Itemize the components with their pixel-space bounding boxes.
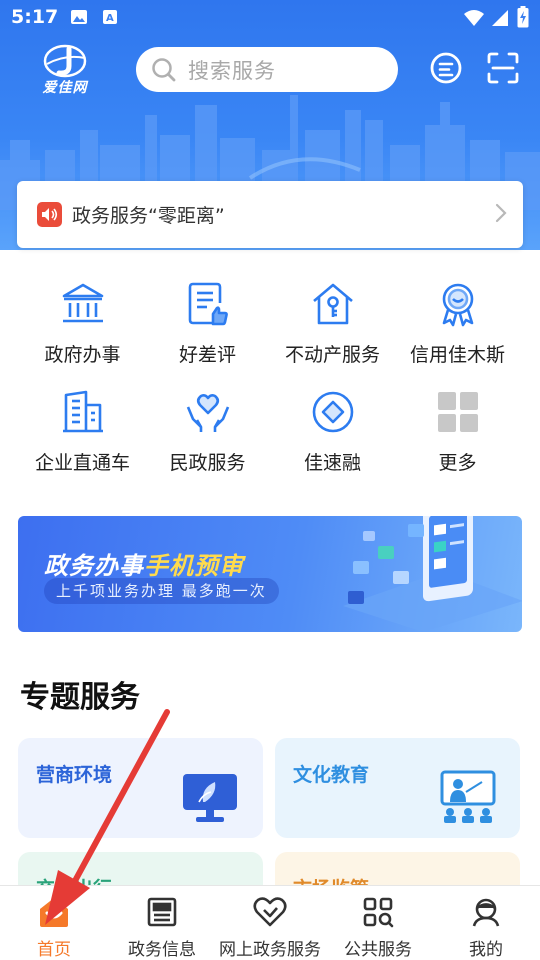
heart-hands-icon bbox=[184, 388, 232, 436]
service-label: 企业直通车 bbox=[34, 452, 130, 474]
tab-government-news[interactable]: 政务信息 bbox=[108, 886, 216, 960]
logo-text: 爱佳网 bbox=[42, 80, 88, 96]
tab-profile[interactable]: 我的 bbox=[432, 886, 540, 960]
phone-illustration bbox=[343, 516, 522, 632]
classroom-icon bbox=[440, 770, 496, 828]
battery-charging-icon bbox=[517, 6, 529, 32]
tab-label: 我的 bbox=[469, 940, 503, 960]
search-bar[interactable]: 搜索服务 bbox=[136, 47, 398, 92]
promo-banner[interactable]: 政务办事手机预审 上千项业务办理 最多跑一次 bbox=[18, 516, 522, 632]
text-notification-icon: A bbox=[102, 9, 118, 29]
service-label: 佳速融 bbox=[303, 452, 361, 474]
scan-icon bbox=[487, 52, 519, 84]
tab-public-services[interactable]: 公共服务 bbox=[324, 886, 432, 960]
svg-text:A: A bbox=[106, 13, 114, 24]
banner-title: 政务办事手机预审 bbox=[44, 546, 244, 581]
service-grid: 政府办事 好差评 不动产服务 信用佳木斯 企业直通车 民政服务 佳速融 更多 bbox=[20, 280, 520, 496]
signal-icon bbox=[491, 9, 509, 31]
service-label: 不动产服务 bbox=[284, 344, 380, 366]
image-icon bbox=[70, 9, 88, 29]
logo-mark-icon bbox=[43, 44, 87, 78]
status-time: 5:17 bbox=[11, 6, 59, 28]
message-button[interactable] bbox=[427, 49, 465, 87]
status-bar: 5:17 A bbox=[0, 0, 540, 34]
section-title-topics: 专题服务 bbox=[20, 680, 140, 715]
search-placeholder: 搜索服务 bbox=[188, 58, 276, 83]
banner-title-part2: 手机预审 bbox=[144, 552, 244, 580]
tab-home[interactable]: 首页 bbox=[0, 886, 108, 960]
notice-bar[interactable]: 政务服务“零距离” bbox=[17, 181, 523, 248]
notice-text: 政务服务“零距离” bbox=[72, 205, 225, 227]
tab-label: 网上政务服务 bbox=[219, 940, 321, 960]
office-building-icon bbox=[59, 388, 107, 436]
banner-title-part1: 政务办事 bbox=[44, 552, 144, 580]
service-item-credit[interactable]: 信用佳木斯 bbox=[395, 280, 520, 388]
credit-badge-icon bbox=[434, 280, 482, 328]
chevron-right-icon bbox=[495, 203, 507, 227]
speaker-icon bbox=[37, 202, 62, 227]
evaluation-thumb-icon bbox=[184, 280, 232, 328]
service-item-government-affairs[interactable]: 政府办事 bbox=[20, 280, 145, 388]
apps-search-icon bbox=[361, 895, 395, 929]
topic-label: 文化教育 bbox=[293, 764, 370, 786]
service-item-civil-affairs[interactable]: 民政服务 bbox=[145, 388, 270, 496]
bottom-tab-bar: 首页 政务信息 网上政务服务 公共服务 我的 bbox=[0, 885, 540, 960]
diamond-circle-icon bbox=[309, 388, 357, 436]
service-item-enterprise[interactable]: 企业直通车 bbox=[20, 388, 145, 496]
news-icon bbox=[145, 895, 179, 929]
banner-subtitle: 上千项业务办理 最多跑一次 bbox=[44, 578, 279, 604]
government-building-icon bbox=[59, 280, 107, 328]
tab-online-services[interactable]: 网上政务服务 bbox=[216, 886, 324, 960]
home-icon bbox=[37, 895, 71, 929]
service-label: 信用佳木斯 bbox=[409, 344, 505, 366]
scan-button[interactable] bbox=[484, 49, 522, 87]
service-label: 民政服务 bbox=[169, 452, 246, 474]
topic-card-culture-education[interactable]: 文化教育 bbox=[275, 738, 520, 838]
service-label: 好差评 bbox=[178, 344, 236, 366]
app-logo: 爱佳网 bbox=[34, 44, 96, 98]
search-icon bbox=[150, 56, 178, 84]
tab-label: 政务信息 bbox=[128, 940, 196, 960]
topic-card-business-environment[interactable]: 营商环境 bbox=[18, 738, 263, 838]
service-item-evaluation[interactable]: 好差评 bbox=[145, 280, 270, 388]
profile-icon bbox=[469, 895, 503, 929]
wifi-icon bbox=[463, 9, 485, 31]
monitor-leaf-icon bbox=[181, 772, 239, 828]
topic-label: 营商环境 bbox=[36, 764, 113, 786]
service-label: 政府办事 bbox=[44, 344, 121, 366]
service-item-real-estate[interactable]: 不动产服务 bbox=[270, 280, 395, 388]
tab-label: 首页 bbox=[37, 940, 71, 960]
more-grid-icon bbox=[434, 388, 482, 436]
house-key-icon bbox=[309, 280, 357, 328]
tab-label: 公共服务 bbox=[344, 940, 412, 960]
heart-service-icon bbox=[253, 895, 287, 929]
service-item-more[interactable]: 更多 bbox=[395, 388, 520, 496]
service-label: 更多 bbox=[438, 452, 477, 474]
service-item-jiasurong[interactable]: 佳速融 bbox=[270, 388, 395, 496]
message-icon bbox=[430, 52, 462, 84]
